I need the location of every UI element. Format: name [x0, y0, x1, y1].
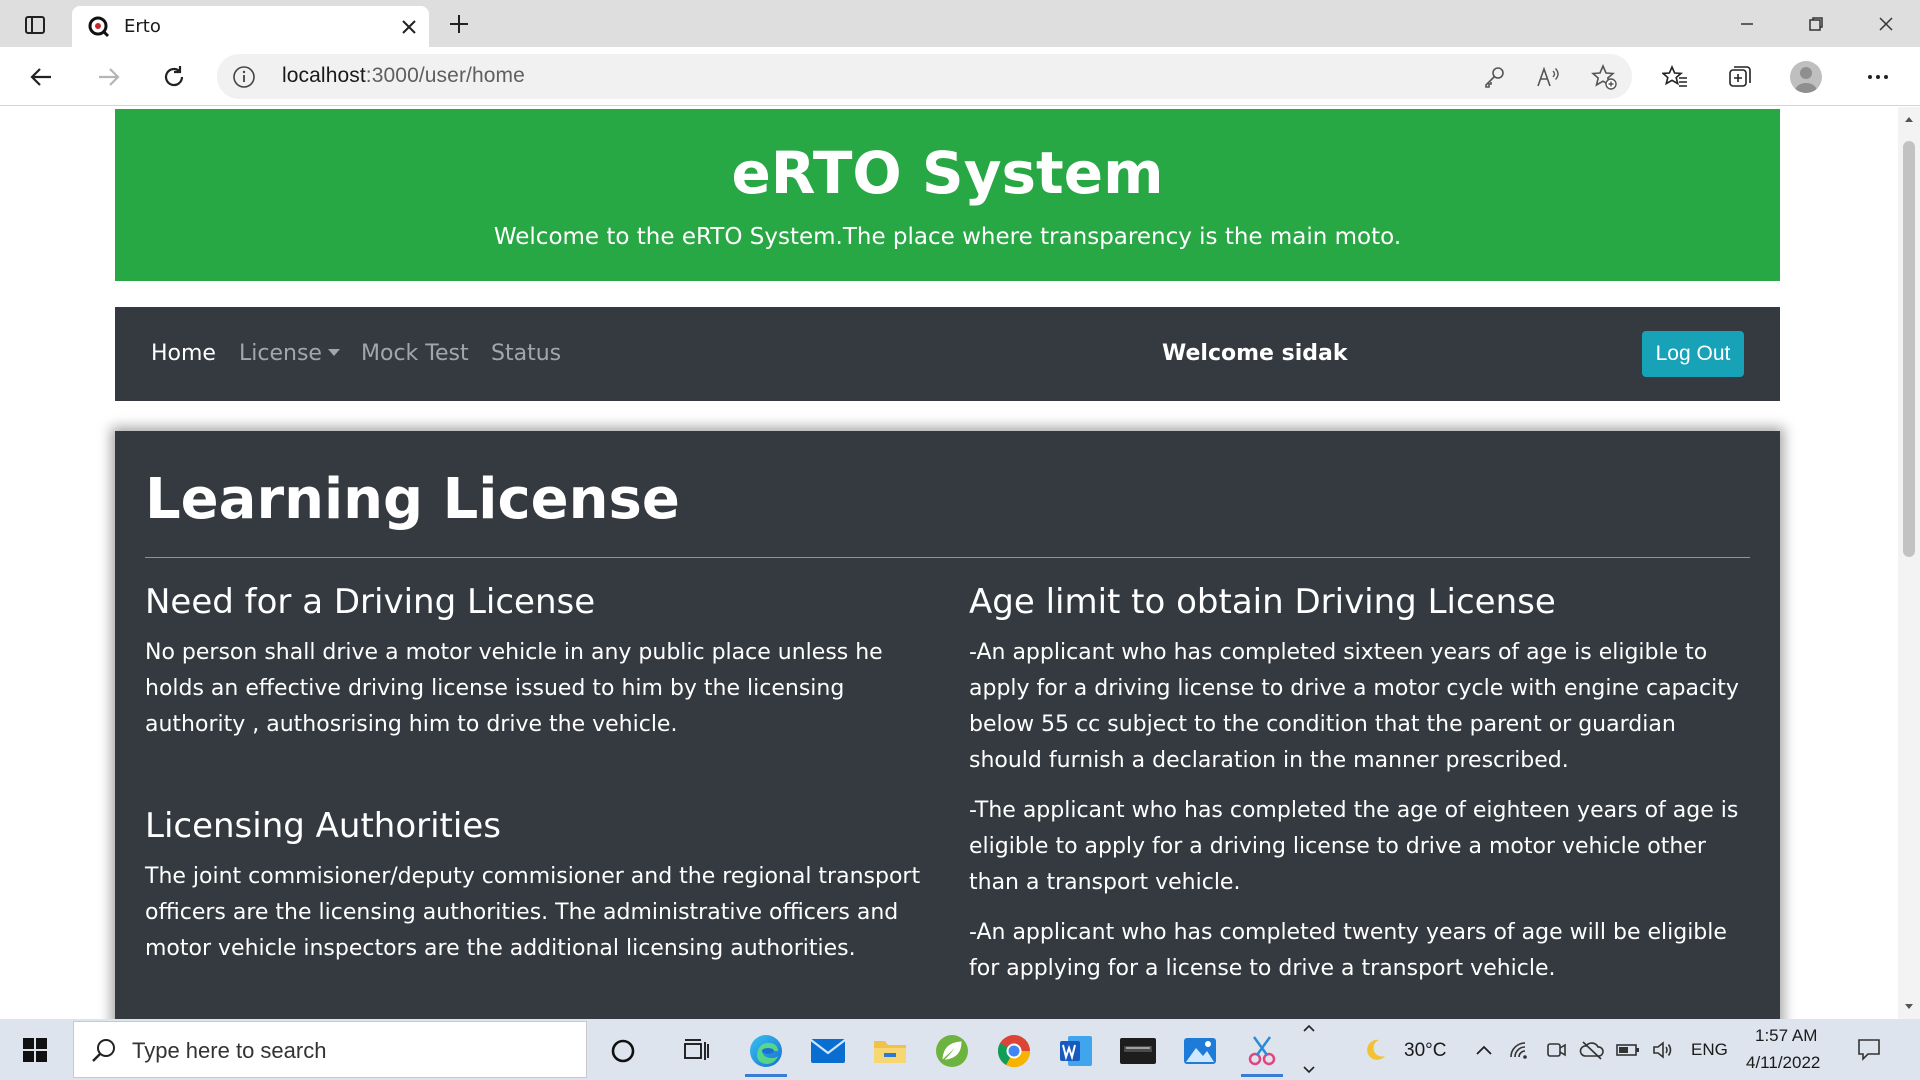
- snipping-icon[interactable]: [1235, 1025, 1289, 1077]
- file-explorer-icon[interactable]: [863, 1025, 917, 1077]
- browser-tab[interactable]: Erto: [72, 6, 429, 47]
- scroll-up-icon[interactable]: [1903, 113, 1915, 125]
- nav-mock-test[interactable]: Mock Test: [361, 341, 469, 366]
- address-bar[interactable]: localhost:3000/user/home: [217, 54, 1632, 99]
- key-icon[interactable]: [1479, 62, 1509, 92]
- site-title: eRTO System: [731, 139, 1164, 207]
- nav-license-label: License: [239, 341, 322, 366]
- spring-icon[interactable]: [925, 1025, 979, 1077]
- logout-button[interactable]: Log Out: [1642, 331, 1744, 377]
- caret-down-icon: [327, 348, 340, 356]
- windows-start-icon[interactable]: [12, 1033, 58, 1067]
- section-heading-need: Need for a Driving License: [145, 582, 596, 622]
- mail-icon[interactable]: [801, 1025, 855, 1077]
- age-limit-text-1: -An applicant who has completed sixteen …: [969, 640, 1739, 773]
- weather-moon-icon[interactable]: [1362, 1037, 1388, 1063]
- word-icon[interactable]: [1049, 1025, 1103, 1077]
- site-subtitle: Welcome to the eRTO System.The place whe…: [493, 224, 1402, 250]
- card-title: Learning License: [145, 467, 680, 532]
- info-icon[interactable]: [231, 64, 257, 90]
- section-heading-authorities: Licensing Authorities: [145, 806, 501, 846]
- learning-license-card: Learning License Need for a Driving Lice…: [115, 431, 1780, 1019]
- chevron-up-icon[interactable]: [1471, 1037, 1497, 1063]
- close-icon[interactable]: [393, 11, 425, 43]
- edge-icon[interactable]: [739, 1025, 793, 1077]
- section-text-need: No person shall drive a motor vehicle in…: [145, 640, 883, 737]
- refresh-icon[interactable]: [153, 56, 195, 98]
- more-icon[interactable]: [1857, 56, 1899, 98]
- read-aloud-icon[interactable]: [1534, 62, 1564, 92]
- minimize-icon[interactable]: [1713, 0, 1781, 47]
- search-placeholder: Type here to search: [132, 1038, 327, 1063]
- tab-actions-icon[interactable]: [14, 10, 56, 40]
- search-icon: [92, 1039, 115, 1062]
- task-view-icon[interactable]: [669, 1025, 723, 1077]
- forward-icon[interactable]: [87, 56, 129, 98]
- profile-icon[interactable]: [1790, 61, 1822, 93]
- erto-favicon-icon: [86, 14, 112, 40]
- page-viewport: eRTO System Welcome to the eRTO System.T…: [0, 107, 1898, 1019]
- url-text[interactable]: localhost:3000/user/home: [282, 64, 525, 88]
- mysql-icon[interactable]: [1111, 1025, 1165, 1077]
- notifications-icon[interactable]: [1856, 1036, 1882, 1062]
- welcome-user-text: Welcome sidak: [1162, 341, 1348, 366]
- scroll-thumb[interactable]: [1903, 141, 1915, 557]
- clock-time[interactable]: 1:57 AM: [1755, 1026, 1817, 1046]
- close-window-icon[interactable]: [1852, 0, 1920, 47]
- collections-icon[interactable]: [1719, 56, 1761, 98]
- windows-taskbar: Type here to search 30°C ENG 1:57 AM 4/1…: [0, 1019, 1920, 1080]
- age-limit-text-2: -The applicant who has completed the age…: [969, 798, 1739, 895]
- age-limit-text-3: -An applicant who has completed twenty y…: [969, 920, 1727, 981]
- url-host: localhost: [282, 64, 366, 87]
- language-indicator[interactable]: ENG: [1691, 1040, 1728, 1060]
- browser-toolbar: localhost:3000/user/home: [0, 47, 1920, 106]
- nav-status[interactable]: Status: [491, 341, 561, 366]
- page-scrollbar[interactable]: [1898, 107, 1920, 1019]
- weather-temp[interactable]: 30°C: [1404, 1040, 1446, 1062]
- battery-icon[interactable]: [1615, 1037, 1641, 1063]
- back-icon[interactable]: [21, 56, 63, 98]
- wifi-icon[interactable]: [1507, 1037, 1533, 1063]
- left-column: Need for a Driving License No person sha…: [145, 581, 925, 981]
- volume-icon[interactable]: [1650, 1037, 1676, 1063]
- nav-home[interactable]: Home: [151, 341, 216, 366]
- tab-strip: Erto: [0, 0, 1920, 47]
- divider: [145, 557, 1750, 558]
- nav-license-dropdown[interactable]: License: [239, 341, 340, 366]
- clock-date[interactable]: 4/11/2022: [1746, 1053, 1820, 1073]
- scroll-down-icon[interactable]: [1903, 1001, 1915, 1013]
- taskbar-search-box[interactable]: Type here to search: [73, 1021, 587, 1078]
- meet-now-icon[interactable]: [1543, 1037, 1569, 1063]
- tab-title: Erto: [124, 16, 161, 37]
- taskbar-scroll-icon[interactable]: [1296, 1023, 1322, 1075]
- url-path: :3000/user/home: [365, 64, 525, 87]
- cortana-icon[interactable]: [596, 1025, 650, 1077]
- main-navbar: Home License Mock Test Status Welcome si…: [115, 307, 1780, 401]
- favorites-icon[interactable]: [1654, 56, 1696, 98]
- add-favorite-icon[interactable]: [1589, 62, 1619, 92]
- chrome-icon[interactable]: [987, 1025, 1041, 1077]
- section-text-authorities: The joint commisioner/deputy commisioner…: [145, 864, 921, 961]
- right-column: Age limit to obtain Driving License -An …: [969, 581, 1749, 1001]
- section-heading-age-limit: Age limit to obtain Driving License: [969, 582, 1556, 622]
- onedrive-icon[interactable]: [1579, 1037, 1605, 1063]
- photos-icon[interactable]: [1173, 1025, 1227, 1077]
- site-header: eRTO System Welcome to the eRTO System.T…: [115, 109, 1780, 281]
- restore-icon[interactable]: [1782, 0, 1850, 47]
- plus-icon[interactable]: [441, 8, 477, 40]
